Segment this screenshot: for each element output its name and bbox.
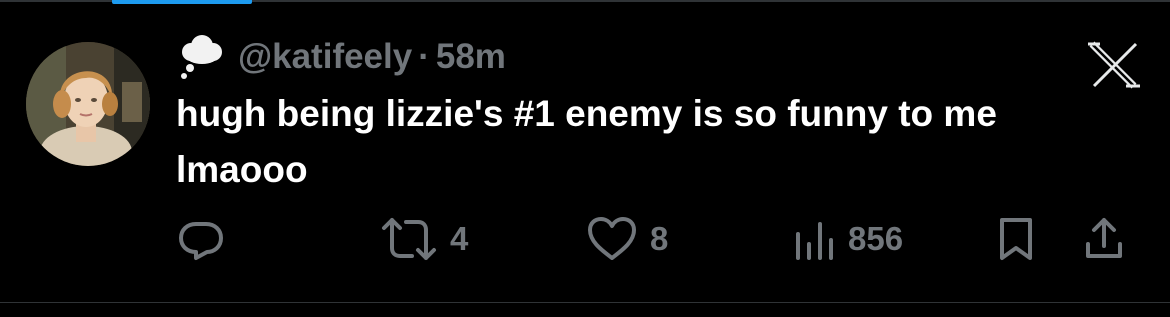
user-handle[interactable]: @katifeely — [238, 37, 412, 77]
meta-separator: · — [418, 37, 430, 76]
bookmark-button[interactable] — [996, 212, 1036, 266]
heart-icon — [588, 217, 636, 260]
views-button[interactable]: 856 — [792, 212, 903, 266]
share-button[interactable] — [1082, 212, 1126, 266]
timestamp[interactable]: 58m — [436, 37, 506, 77]
repost-icon — [382, 218, 436, 260]
view-count: 856 — [848, 220, 904, 257]
reply-button[interactable] — [176, 212, 226, 266]
views-icon — [796, 222, 833, 260]
bottom-divider — [0, 302, 1170, 303]
like-count: 8 — [650, 220, 669, 257]
share-icon — [1086, 218, 1122, 258]
avatar[interactable] — [26, 42, 150, 166]
tweet-actions: 4 8 856 — [0, 212, 1170, 266]
repost-button[interactable]: 4 — [378, 212, 468, 266]
active-tab-indicator — [112, 0, 252, 4]
tweet-header: @katifeely · 58m — [176, 32, 506, 82]
thought-bubble-icon — [181, 35, 222, 79]
bookmark-icon — [1000, 218, 1032, 260]
x-logo-icon — [1088, 41, 1140, 89]
reply-icon — [179, 222, 223, 260]
like-button[interactable]: 8 — [584, 212, 668, 266]
tweet-body: hugh being lizzie's #1 enemy is so funny… — [176, 93, 997, 190]
repost-count: 4 — [450, 220, 469, 257]
tweet-meta: @katifeely · 58m — [238, 37, 506, 77]
